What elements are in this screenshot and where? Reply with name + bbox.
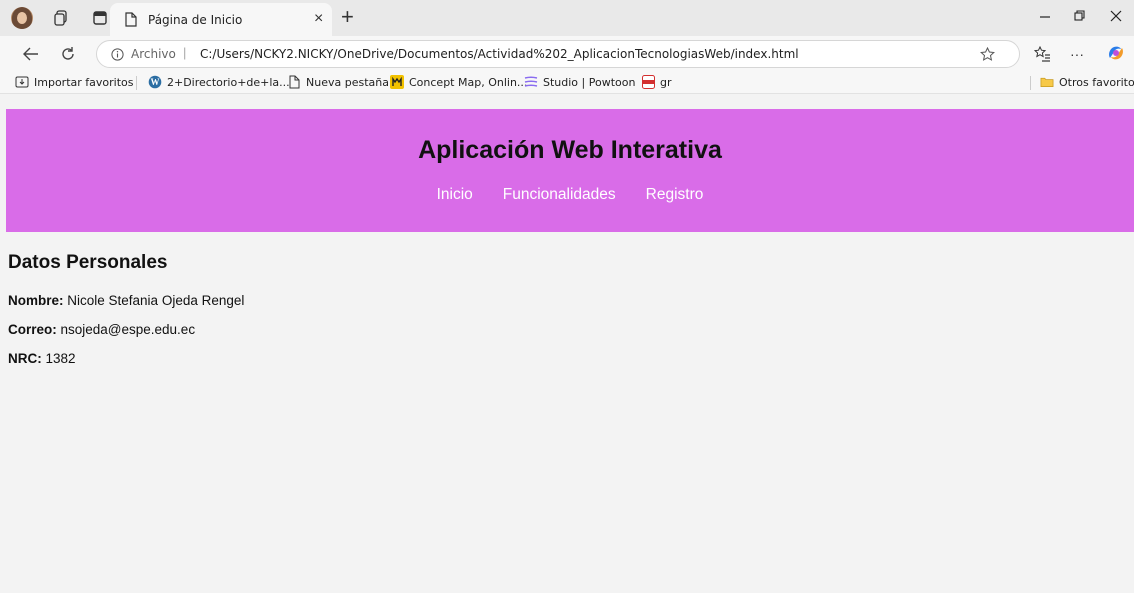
pdf-icon (641, 75, 655, 89)
site-header: Aplicación Web Interativa Inicio Funcion… (6, 109, 1134, 232)
personal-data-section: Datos Personales Nombre: Nicole Stefania… (8, 252, 244, 380)
powtoon-icon (524, 75, 538, 89)
address-bar[interactable]: Archivo | C:/Users/NCKY2.NICKY/OneDrive/… (96, 40, 1020, 68)
refresh-icon[interactable] (59, 45, 77, 63)
tab-title: Página de Inicio (148, 13, 243, 27)
info-icon[interactable] (110, 47, 124, 61)
svg-text:W: W (151, 77, 160, 87)
nav-inicio[interactable]: Inicio (437, 186, 473, 204)
field-label: NRC: (8, 351, 42, 366)
field-nombre: Nombre: Nicole Stefania Ojeda Rengel (8, 293, 244, 308)
folder-icon (1040, 75, 1054, 89)
wordpress-icon: W (148, 75, 162, 89)
page-title: Aplicación Web Interativa (418, 136, 722, 164)
page-viewport: Aplicación Web Interativa Inicio Funcion… (0, 94, 1134, 593)
field-nrc: NRC: 1382 (8, 351, 244, 366)
field-correo: Correo: nsojeda@espe.edu.ec (8, 322, 244, 337)
vertical-tabs-icon[interactable] (91, 9, 109, 27)
import-icon (15, 75, 29, 89)
bookmark-concept-map[interactable]: Concept Map, Onlin... (390, 75, 527, 89)
favorite-star-icon[interactable] (979, 46, 995, 62)
minimize-icon[interactable] (1039, 8, 1051, 27)
new-tab-button[interactable]: + (341, 4, 354, 30)
bookmark-nueva-pestana[interactable]: Nueva pestaña (287, 75, 389, 89)
more-options-icon[interactable]: ··· (1068, 45, 1086, 63)
field-value: nsojeda@espe.edu.ec (56, 322, 196, 337)
close-window-icon[interactable] (1110, 8, 1122, 27)
field-value: Nicole Stefania Ojeda Rengel (63, 293, 245, 308)
nav-funcionalidades[interactable]: Funcionalidades (503, 186, 616, 204)
active-tab[interactable]: Página de Inicio × (110, 3, 332, 36)
url-text[interactable]: C:/Users/NCKY2.NICKY/OneDrive/Documentos… (200, 47, 799, 61)
bookmark-directorio[interactable]: W 2+Directorio+de+la... (148, 75, 290, 89)
back-icon[interactable] (22, 45, 40, 63)
page-icon (287, 75, 301, 89)
field-label: Correo: (8, 322, 57, 337)
nav-registro[interactable]: Registro (646, 186, 704, 204)
bookmark-gr[interactable]: gr (641, 75, 672, 89)
url-scheme-label: Archivo (131, 47, 176, 61)
conceptmap-icon (390, 75, 404, 89)
url-separator: | (183, 45, 187, 60)
tab-bar: Página de Inicio × + (0, 0, 1134, 36)
bookmark-powtoon[interactable]: Studio | Powtoon (524, 75, 635, 89)
field-label: Nombre: (8, 293, 64, 308)
favorites-icon[interactable] (1033, 45, 1051, 63)
main-nav: Inicio Funcionalidades Registro (6, 186, 1134, 204)
page-icon (124, 11, 138, 27)
bookmarks-bar: Importar favoritos W 2+Directorio+de+la.… (0, 72, 1134, 94)
restore-icon[interactable] (1074, 8, 1086, 27)
workspaces-icon[interactable] (52, 9, 70, 27)
section-title: Datos Personales (8, 252, 168, 273)
field-value: 1382 (41, 351, 76, 366)
other-favorites[interactable]: Otros favoritos (1040, 75, 1134, 89)
toolbar: Archivo | C:/Users/NCKY2.NICKY/OneDrive/… (0, 36, 1134, 72)
profile-avatar[interactable] (11, 7, 33, 29)
copilot-icon[interactable] (1106, 43, 1126, 63)
bookmark-import[interactable]: Importar favoritos (15, 75, 133, 89)
close-tab-icon[interactable]: × (314, 10, 323, 28)
